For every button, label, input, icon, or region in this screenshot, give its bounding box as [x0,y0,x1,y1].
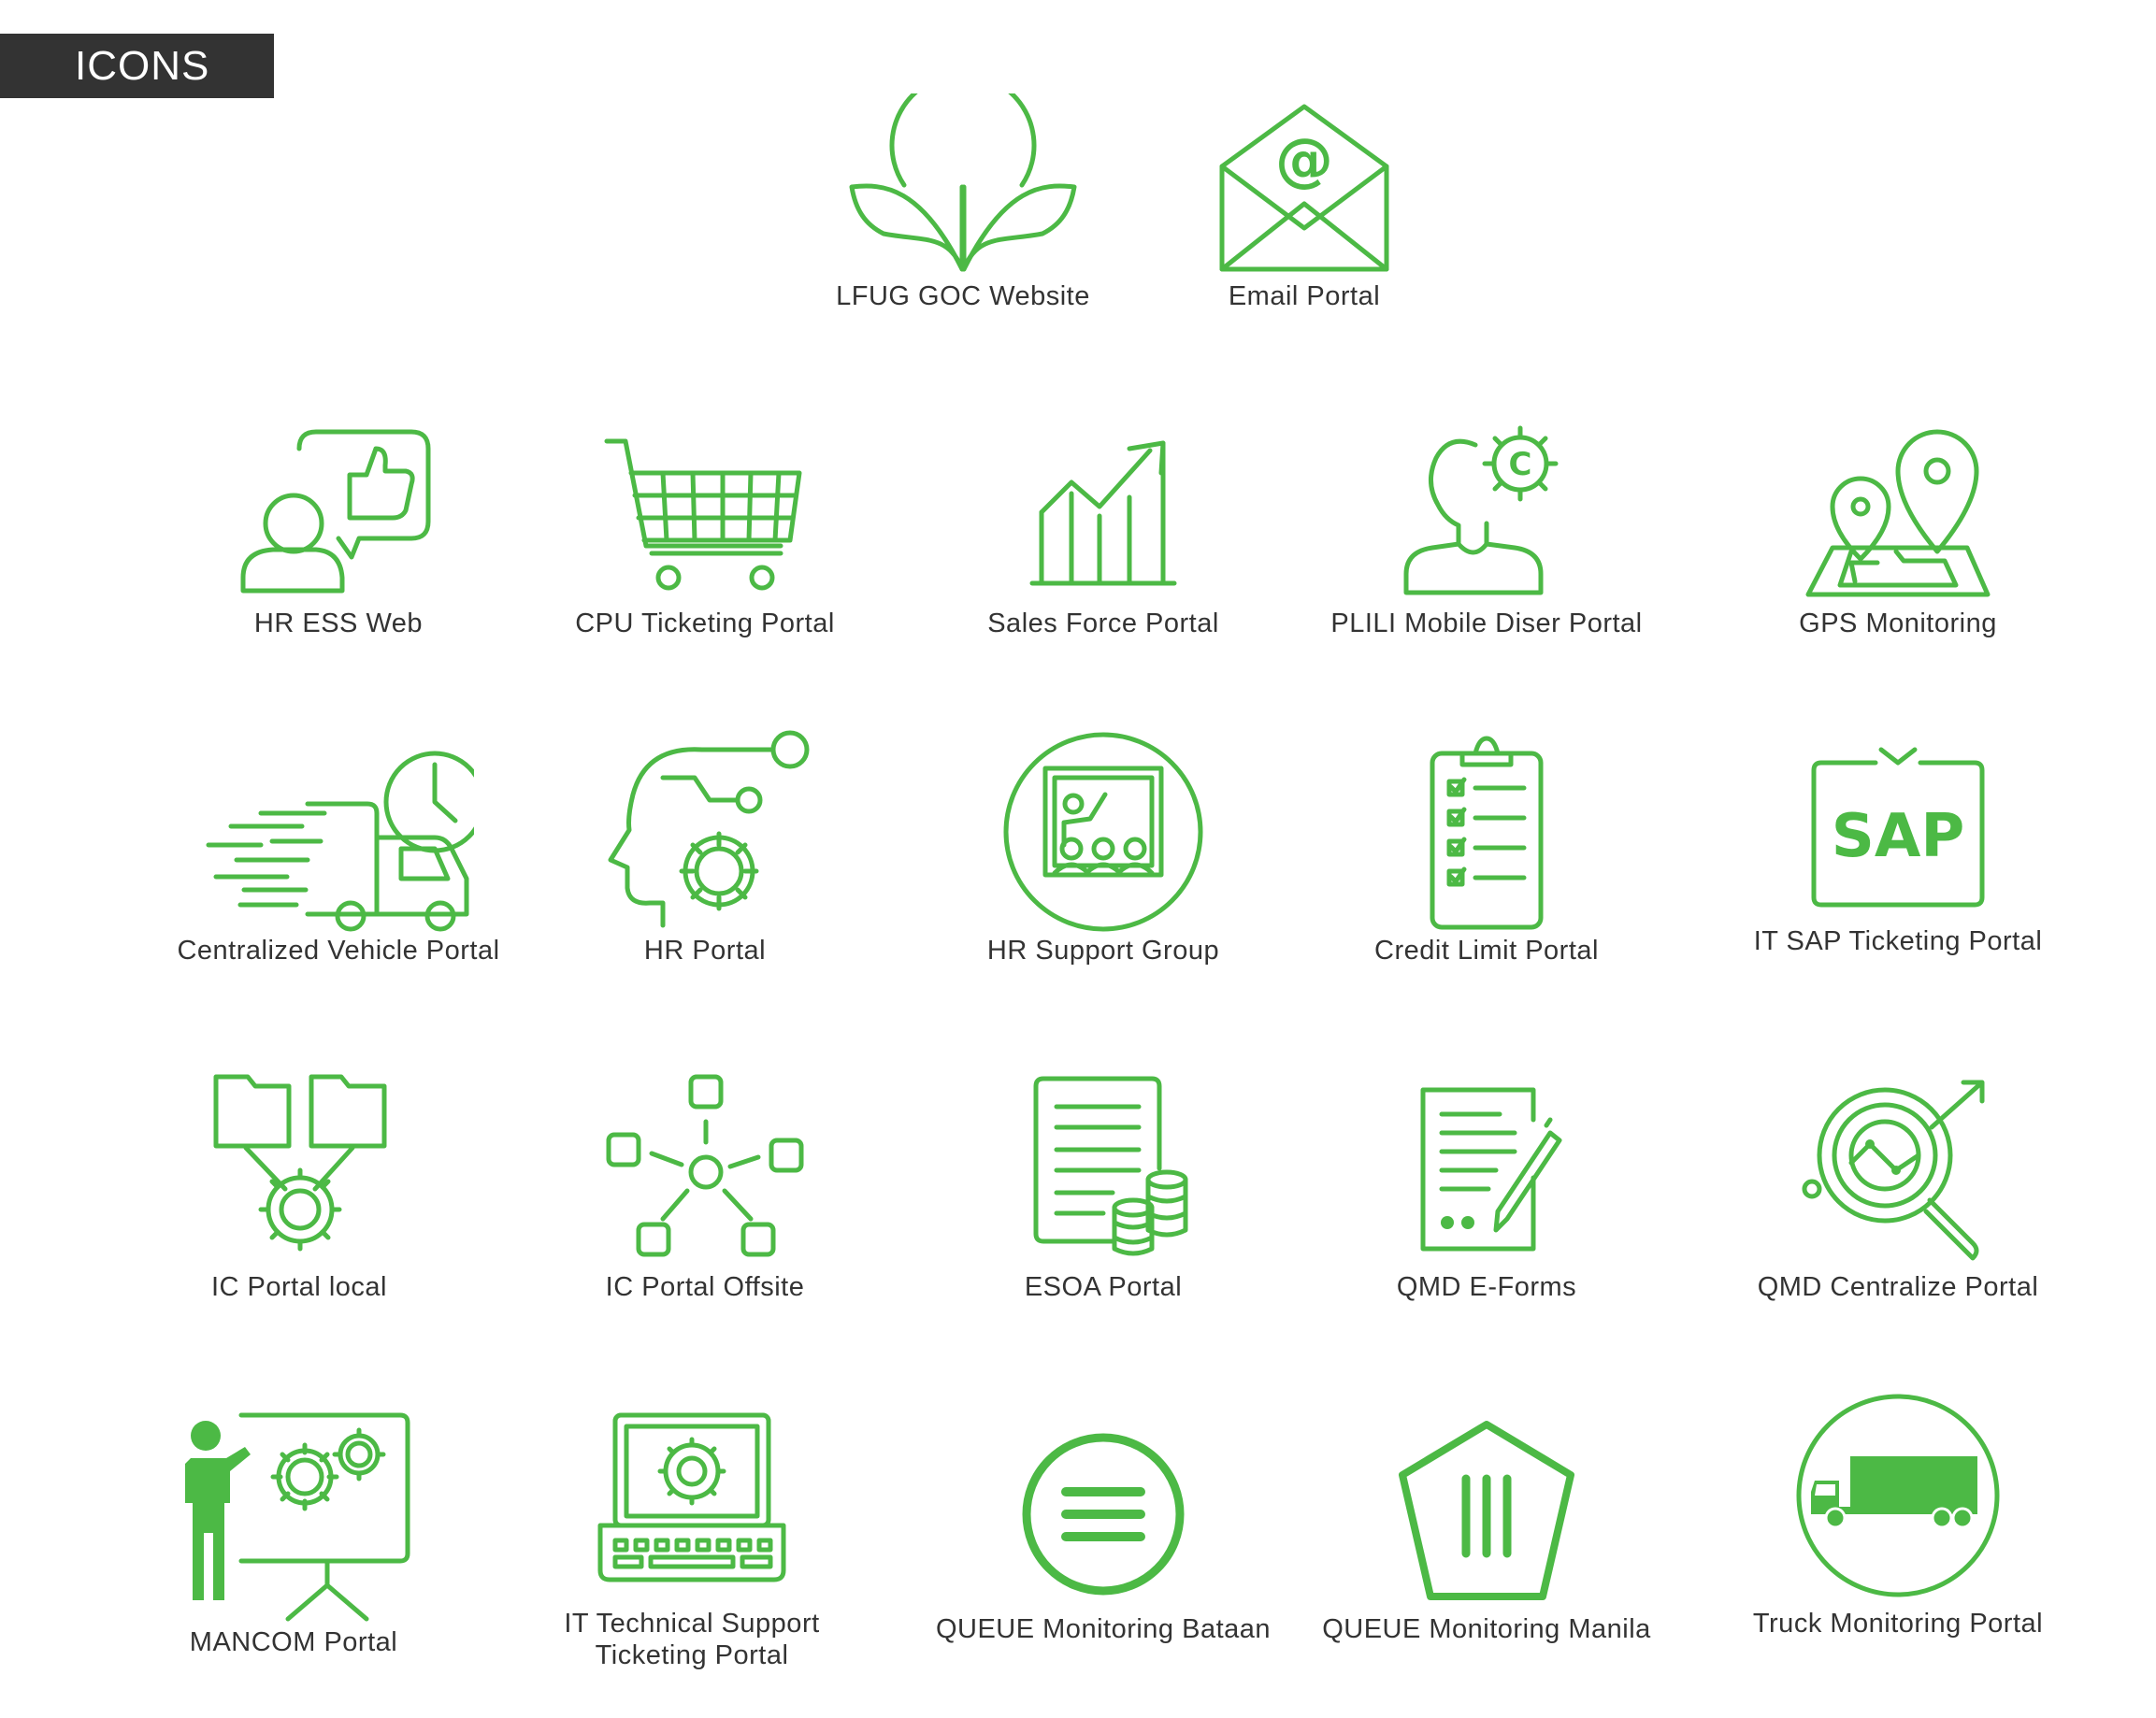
tile-label: HR Portal [643,936,767,966]
tile-label: HR Support Group [986,936,1220,966]
tile-label: Credit Limit Portal [1374,936,1599,966]
tile-label: QMD Centralize Portal [1757,1272,2039,1302]
tile-ic-portal-offsite[interactable]: IC Portal Offsite [527,1066,883,1303]
document-coins-icon [1033,1076,1188,1256]
tile-ic-portal-local[interactable]: IC Portal local [122,1066,477,1303]
tile-label: Truck Monitoring Portal [1752,1609,2044,1639]
pentagon-bars-icon [1399,1421,1574,1600]
folders-gear-icon [213,1074,387,1252]
tile-label: QMD E-Forms [1396,1272,1577,1302]
magnifier-analytics-icon [1802,1080,1985,1261]
network-nodes-icon [606,1074,804,1257]
head-gear-network-icon [608,730,810,928]
truck-circle-icon [1796,1394,2000,1597]
tile-label: LFUG GOC Website [836,281,1090,311]
tile-hr-portal[interactable]: HR Portal [527,729,883,966]
tile-gps-monitoring[interactable]: GPS Monitoring [1720,421,2076,639]
laptop-gear-icon [597,1412,786,1582]
tile-label: HR ESS Web [253,608,424,638]
email-envelope-icon: @ [1219,104,1389,272]
tile-label: IC Portal Offsite [605,1272,805,1302]
tile-queue-monitoring-bataan[interactable]: QUEUE Monitoring Bataan [926,1417,1281,1645]
person-gear-icon: C [1403,425,1559,595]
svg-text:SAP: SAP [1832,802,1965,871]
fast-delivery-truck-icon [206,751,474,932]
presentation-group-icon [1003,732,1203,932]
tile-label: QUEUE Monitoring Bataan [935,1614,1272,1644]
tile-credit-limit-portal[interactable]: Credit Limit Portal [1309,729,1664,966]
tile-queue-monitoring-manila[interactable]: QUEUE Monitoring Manila [1309,1413,1664,1645]
tile-label: IT SAP Ticketing Portal [1753,926,2043,956]
shopping-cart-icon [604,438,802,591]
person-thumbs-up-chat-icon [240,429,431,594]
tile-label: ESOA Portal [1024,1272,1183,1302]
tile-label: CPU Ticketing Portal [575,608,835,638]
form-pen-icon [1420,1087,1562,1252]
tile-qmd-centralize-portal[interactable]: QMD Centralize Portal [1720,1066,2076,1303]
tile-mancom-portal[interactable]: MANCOM Portal [116,1402,471,1658]
map-pins-icon [1805,429,1991,597]
tile-label: PLILI Mobile Diser Portal [1330,608,1643,638]
svg-text:C: C [1509,446,1532,483]
tile-cpu-ticketing-portal[interactable]: CPU Ticketing Portal [527,421,883,639]
tile-label: Email Portal [1228,281,1381,311]
svg-text:@: @ [1275,125,1333,193]
lfug-logo-icon [849,93,1077,272]
clipboard-checklist-icon [1430,736,1544,930]
tile-qmd-e-forms[interactable]: QMD E-Forms [1309,1066,1664,1303]
tile-esoa-portal[interactable]: ESOA Portal [926,1066,1281,1303]
tile-label: Sales Force Portal [987,608,1219,638]
tile-label: IT Technical Support Ticketing Portal [564,1609,820,1670]
tile-label: QUEUE Monitoring Manila [1322,1614,1651,1644]
tile-email-portal[interactable]: @ Email Portal [1127,93,1482,312]
presenter-gears-board-icon [185,1412,410,1622]
tile-hr-ess-web[interactable]: HR ESS Web [161,421,516,639]
sap-frame-icon: SAP [1811,747,1985,908]
bar-chart-growth-icon [1029,440,1177,586]
tile-centralized-vehicle-portal[interactable]: Centralized Vehicle Portal [161,748,516,966]
tile-sales-force-portal[interactable]: Sales Force Portal [926,421,1281,639]
tile-hr-support-group[interactable]: HR Support Group [926,729,1281,966]
tile-label: IC Portal local [210,1272,387,1302]
circle-menu-icon [1022,1433,1185,1596]
tile-lfug-goc-website[interactable]: LFUG GOC Website [785,93,1141,312]
tile-plili-mobile-diser-portal[interactable]: C PLILI Mobile Diser Portal [1309,411,1664,639]
tile-label: Centralized Vehicle Portal [177,936,500,966]
tile-truck-monitoring-portal[interactable]: Truck Monitoring Portal [1720,1383,2076,1639]
tile-label: GPS Monitoring [1799,608,1997,638]
tile-it-sap-ticketing-portal[interactable]: SAP IT SAP Ticketing Portal [1720,738,2076,957]
page-title-banner: ICONS [0,34,274,98]
tile-it-technical-support-ticketing-portal[interactable]: IT Technical Support Ticketing Portal [514,1402,870,1671]
tile-label: MANCOM Portal [189,1627,398,1657]
